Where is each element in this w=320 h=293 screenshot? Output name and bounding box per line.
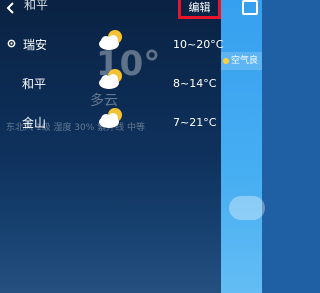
share-icon[interactable]: [242, 0, 258, 15]
partly-cloudy-icon: [99, 30, 122, 50]
partly-cloudy-icon: [99, 108, 122, 128]
edit-button-label: 编辑: [188, 1, 211, 14]
city-manager-panel: 10° 多云 东北风 1级 湿度 30% 紫外线 中等 和平 编辑 瑞安 10~…: [0, 0, 224, 293]
background-cloud-decoration: [229, 196, 265, 220]
temperature-range: 7~21°C: [173, 116, 217, 129]
current-city-title: 和平: [24, 0, 49, 12]
city-row[interactable]: 瑞安 10~20°C: [0, 26, 224, 66]
city-name: 金山: [22, 116, 47, 130]
temperature-range: 8~14°C: [173, 77, 217, 90]
adjacent-weather-page: 空气良: [221, 0, 265, 293]
top-bar: 和平 编辑: [0, 0, 221, 19]
location-pin-icon: [7, 39, 16, 48]
air-quality-badge: 空气良: [221, 52, 262, 70]
air-quality-label: 空气良: [231, 56, 259, 66]
city-name: 和平: [22, 77, 47, 91]
city-name: 瑞安: [23, 38, 48, 52]
edit-button[interactable]: 编辑: [178, 0, 221, 19]
city-row[interactable]: 和平 8~14°C: [0, 65, 221, 105]
back-button[interactable]: [4, 0, 18, 14]
air-quality-dot-icon: [223, 57, 229, 64]
city-row[interactable]: 金山 7~21°C: [0, 104, 221, 144]
temperature-range: 10~20°C: [173, 38, 224, 51]
partly-cloudy-icon: [99, 69, 122, 89]
chevron-left-icon: [6, 2, 14, 14]
